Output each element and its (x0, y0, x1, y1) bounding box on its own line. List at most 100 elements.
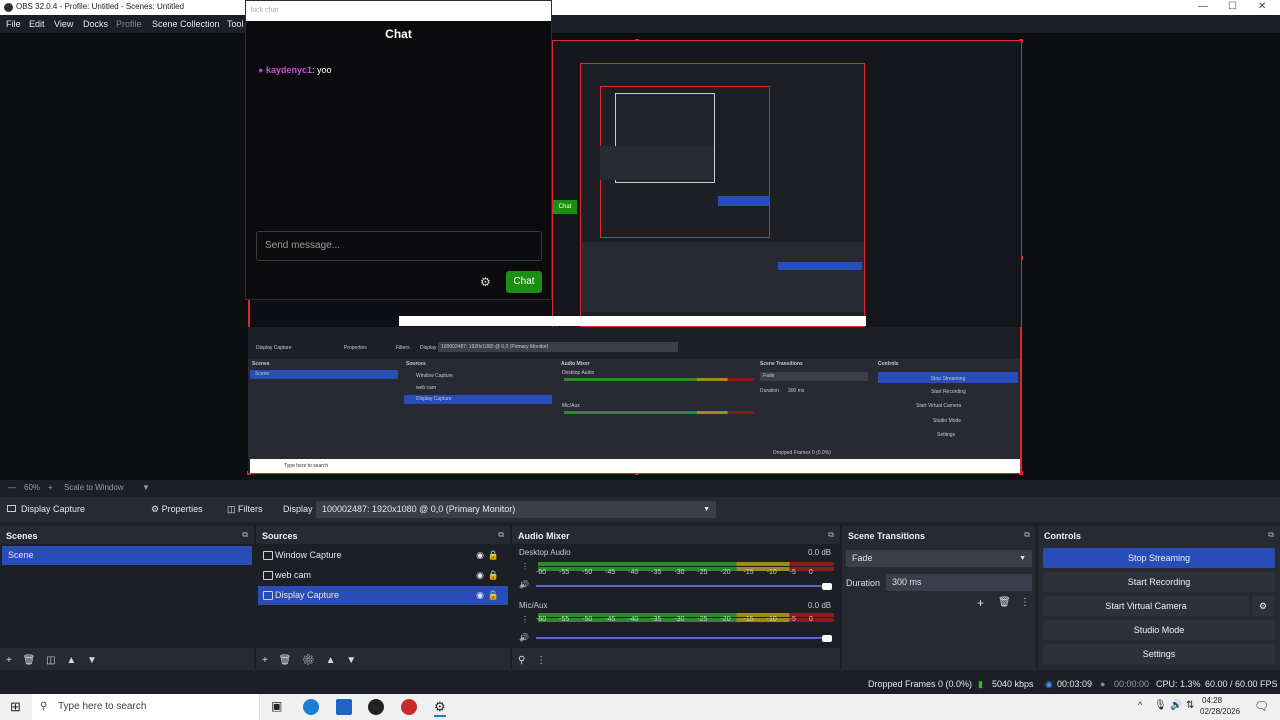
volume-knob[interactable] (822, 635, 832, 642)
dock-undock-icon[interactable]: ⧉ (1268, 530, 1274, 540)
eye-icon[interactable]: ◉ (476, 586, 484, 605)
add-icon[interactable]: + (977, 596, 984, 610)
source-item[interactable]: web cam ◉ 🔒 (258, 566, 508, 585)
menu-view[interactable]: View (54, 19, 73, 29)
add-icon[interactable]: + (262, 655, 268, 666)
chat-message: ● kaydenyc1: yoo (258, 65, 332, 75)
chat-message-input[interactable]: Send message... (256, 231, 542, 261)
chat-username[interactable]: kaydenyc1 (266, 65, 312, 75)
gear-icon[interactable]: ⚙ (302, 655, 315, 666)
mirror-label: 300 ms (788, 388, 805, 394)
scale-mode[interactable]: Scale to Window (64, 483, 124, 492)
store-icon[interactable] (336, 699, 352, 715)
display-select[interactable]: 100002487: 1920x1080 @ 0,0 (Primary Moni… (316, 501, 716, 518)
obs-icon[interactable] (368, 699, 384, 715)
channel-db: 0.0 dB (808, 548, 832, 557)
dock-undock-icon[interactable]: ⧉ (828, 530, 834, 540)
edge-icon[interactable] (303, 699, 319, 715)
menu-scene-collection[interactable]: Scene Collection (152, 19, 220, 29)
transition-select[interactable]: Fade ▼ (846, 550, 1032, 567)
move-up-icon[interactable]: ▲ (66, 655, 76, 666)
volume-knob[interactable] (822, 583, 832, 590)
close-button[interactable]: ✕ (1258, 1, 1266, 12)
duration-input[interactable]: 300 ms (886, 574, 1032, 591)
speaker-icon[interactable]: 🔊 (519, 580, 529, 589)
windows-start-icon[interactable]: ⊞ (10, 699, 21, 715)
dock-undock-icon[interactable]: ⧉ (498, 530, 504, 540)
mirror-label: Dropped Frames 0 (0.0%) (773, 450, 831, 456)
minimize-button[interactable]: — (1198, 1, 1208, 12)
lock-icon[interactable]: 🔒 (488, 566, 499, 585)
dropped-frames: Dropped Frames 0 (0.0%) (868, 679, 973, 689)
gear-icon[interactable]: ⚙ (480, 275, 491, 289)
menu-edit[interactable]: Edit (29, 19, 45, 29)
eye-icon[interactable]: ◉ (476, 546, 484, 565)
scene-item[interactable]: Scene (2, 546, 252, 565)
app-icon[interactable] (401, 699, 417, 715)
settings-app-icon[interactable]: ⚙ (434, 699, 446, 717)
chat-send-button[interactable]: Chat (506, 271, 542, 293)
window-title: OBS 32.0.4 - Profile: Untitled - Scenes:… (16, 2, 185, 11)
speaker-icon[interactable]: 🔊 (519, 633, 529, 642)
add-icon[interactable]: + (6, 655, 12, 666)
chevron-down-icon[interactable]: ▼ (142, 483, 150, 492)
zoom-out-icon[interactable]: — (8, 483, 16, 492)
mirror-label: Scene Transitions (760, 361, 803, 367)
stop-streaming-button[interactable]: Stop Streaming (1043, 548, 1275, 568)
speaker-icon[interactable]: 🔊 (1170, 700, 1182, 711)
move-down-icon[interactable]: ▼ (87, 655, 97, 666)
maximize-button[interactable]: ☐ (1228, 1, 1237, 12)
volume-slider[interactable] (536, 583, 832, 590)
mirror-label: Duration (760, 388, 779, 394)
lock-icon[interactable]: 🔒 (488, 586, 499, 605)
mirror-label: Properties (344, 345, 367, 351)
settings-button[interactable]: Settings (1043, 644, 1275, 664)
more-icon[interactable]: ⋮ (1020, 597, 1030, 608)
link-icon[interactable]: ⚲ (518, 655, 525, 666)
mic-icon[interactable]: 🎙 (1154, 700, 1167, 711)
volume-slider[interactable] (536, 635, 832, 642)
trash-icon[interactable]: 🗑 (279, 655, 292, 666)
trash-icon[interactable]: 🗑 (23, 655, 36, 666)
tray-chevron-icon[interactable]: ^ (1138, 700, 1142, 710)
chat-window: kick chat Chat ● kaydenyc1: yoo Send mes… (245, 0, 552, 300)
task-view-icon[interactable]: ▣ (271, 699, 282, 713)
zoom-in-icon[interactable]: + (48, 483, 53, 492)
more-icon[interactable]: ⋮ (521, 562, 529, 571)
properties-button[interactable]: ⚙ Properties (144, 501, 210, 518)
trash-icon[interactable]: 🗑 (998, 597, 1011, 608)
start-virtual-camera-button[interactable]: Start Virtual Camera (1043, 596, 1249, 616)
source-item[interactable]: Window Capture ◉ 🔒 (258, 546, 508, 565)
channel-db: 0.0 dB (808, 601, 832, 610)
dock-undock-icon[interactable]: ⧉ (1024, 530, 1030, 540)
studio-mode-button[interactable]: Studio Mode (1043, 620, 1275, 640)
more-icon[interactable]: ⋮ (521, 615, 529, 624)
more-icon[interactable]: ⋮ (536, 655, 546, 666)
notification-icon[interactable]: 🗨 (1254, 699, 1269, 713)
clock-date[interactable]: 02/28/2026 (1200, 707, 1240, 716)
menu-file[interactable]: File (6, 19, 21, 29)
source-label: Display Capture (275, 590, 340, 600)
mirror-meter (564, 378, 754, 381)
move-up-icon[interactable]: ▲ (326, 655, 336, 666)
source-item[interactable]: Display Capture ◉ 🔒 (258, 586, 508, 605)
menu-profile[interactable]: Profile (116, 19, 142, 29)
dock-undock-icon[interactable]: ⧉ (242, 530, 248, 540)
move-down-icon[interactable]: ▼ (346, 655, 356, 666)
preview-zoom-bar: — 60% + Scale to Window ▼ (0, 480, 1280, 496)
mirror-source-row: Display Capture (404, 395, 552, 404)
start-recording-button[interactable]: Start Recording (1043, 572, 1275, 592)
network-icon[interactable]: ⇅ (1186, 700, 1194, 711)
mirror-label: Start Virtual Camera (916, 403, 962, 409)
clock-time[interactable]: 04:28 (1202, 696, 1222, 705)
filter-icon[interactable]: ◫ (46, 655, 55, 666)
taskbar-search[interactable]: ⚲ Type here to search (32, 694, 260, 720)
eye-icon[interactable]: ◉ (476, 566, 484, 585)
chat-title: Chat (385, 27, 412, 41)
menu-docks[interactable]: Docks (83, 19, 108, 29)
menu-tools[interactable]: Tool (227, 19, 244, 29)
filters-button[interactable]: ◫ Filters (220, 501, 270, 518)
lock-icon[interactable]: 🔒 (488, 546, 499, 565)
gear-icon[interactable]: ⚙ (1252, 596, 1274, 616)
sources-title: Sources (262, 531, 298, 541)
